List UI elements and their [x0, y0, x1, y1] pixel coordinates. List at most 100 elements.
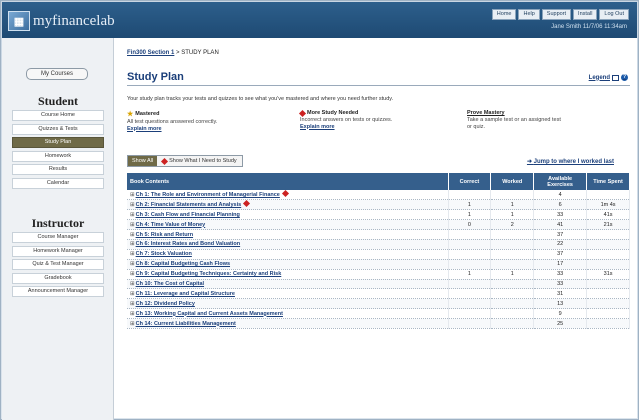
table-row[interactable]: ⊞Ch 9: Capital Budgeting Techniques: Cer… [127, 269, 630, 280]
legend-link[interactable]: Legend ? [589, 74, 628, 81]
table-row[interactable]: ⊞Ch 6: Interest Rates and Bond Valuation… [127, 239, 630, 250]
chapter-cell[interactable]: ⊞Ch 10: The Cost of Capital [127, 279, 449, 290]
chapter-cell[interactable]: ⊞Ch 6: Interest Rates and Bond Valuation [127, 239, 449, 250]
cell-worked [490, 318, 535, 329]
chapter-cell[interactable]: ⊞Ch 11: Leverage and Capital Structure [127, 288, 449, 300]
table-row[interactable]: ⊞Ch 5: Risk and Return 37 [127, 229, 630, 240]
expand-icon[interactable]: ⊞ [130, 251, 135, 257]
expand-icon[interactable]: ⊞ [130, 202, 135, 208]
expand-icon[interactable]: ⊞ [130, 301, 135, 307]
cell-time: 1m 4s [586, 199, 630, 211]
chapter-cell[interactable]: ⊞Ch 4: Time Value of Money [127, 219, 449, 231]
sidebar-item-announcement-manager[interactable]: Announcement Manager [12, 286, 104, 297]
sidebar-item-homework[interactable]: Homework [12, 150, 104, 162]
show-need-button[interactable]: Show What I Need to Study [157, 156, 242, 166]
sidebar-item-gradebook[interactable]: Gradebook [12, 272, 104, 284]
table-row[interactable]: ⊞Ch 8: Capital Budgeting Cash Flows 17 [127, 259, 630, 270]
chapter-link[interactable]: Ch 6: Interest Rates and Bond Valuation [136, 241, 241, 247]
sidebar-item-homework-manager[interactable]: Homework Manager [12, 245, 104, 257]
chapter-link[interactable]: Ch 4: Time Value of Money [136, 222, 206, 228]
cell-available: 31 [533, 288, 588, 300]
cell-time [586, 239, 630, 250]
chapter-cell[interactable]: ⊞Ch 5: Risk and Return [127, 229, 449, 240]
chapter-link[interactable]: Ch 2: Financial Statements and Analysis [136, 202, 242, 208]
chapter-link[interactable]: Ch 12: Dividend Policy [136, 301, 195, 307]
cell-worked [490, 249, 535, 260]
chapter-cell[interactable]: ⊞Ch 12: Dividend Policy [127, 298, 449, 310]
col-time: Time Spent [586, 173, 630, 190]
chapter-link[interactable]: Ch 7: Stock Valuation [136, 251, 192, 257]
nav-logout-button[interactable]: Log Out [599, 9, 629, 20]
cell-available: 37 [533, 229, 588, 240]
top-nav: Home Help Support Install Log Out [491, 9, 629, 20]
chapter-link[interactable]: Ch 1: The Role and Environment of Manage… [136, 192, 280, 198]
jump-link[interactable]: ➜ Jump to where I worked last [527, 158, 614, 165]
expand-icon[interactable]: ⊞ [130, 281, 135, 287]
table-row[interactable]: ⊞Ch 11: Leverage and Capital Structure 31 [127, 288, 630, 300]
chapter-cell[interactable]: ⊞Ch 1: The Role and Environment of Manag… [127, 190, 449, 201]
cell-correct: 0 [448, 219, 492, 231]
chapter-cell[interactable]: ⊞Ch 14: Current Liabilities Management [127, 318, 449, 329]
expand-icon[interactable]: ⊞ [130, 321, 135, 327]
chapter-link[interactable]: Ch 13: Working Capital and Current Asset… [136, 311, 283, 317]
table-row[interactable]: ⊞Ch 1: The Role and Environment of Manag… [127, 190, 630, 201]
expand-icon[interactable]: ⊞ [130, 271, 135, 277]
chapter-link[interactable]: Ch 8: Capital Budgeting Cash Flows [136, 261, 230, 267]
expand-icon[interactable]: ⊞ [130, 291, 135, 297]
status-prove: Prove Mastery Take a sample test or an a… [467, 110, 563, 130]
chapter-link[interactable]: Ch 9: Capital Budgeting Techniques: Cert… [136, 271, 282, 277]
expand-icon[interactable]: ⊞ [130, 232, 135, 238]
chapter-cell[interactable]: ⊞Ch 8: Capital Budgeting Cash Flows [127, 259, 449, 270]
table-row[interactable]: ⊞Ch 12: Dividend Policy 13 [127, 298, 630, 310]
my-courses-button[interactable]: My Courses [26, 68, 88, 80]
sidebar-item-study-plan[interactable]: Study Plan [12, 137, 104, 148]
sidebar-item-quiz-test-manager[interactable]: Quiz & Test Manager [12, 259, 104, 270]
expand-icon[interactable]: ⊞ [130, 311, 135, 317]
prove-title[interactable]: Prove Mastery [467, 110, 505, 116]
table-row[interactable]: ⊞Ch 13: Working Capital and Current Asse… [127, 308, 630, 320]
table-row[interactable]: ⊞Ch 3: Cash Flow and Financial Planning 1… [127, 209, 630, 221]
nav-support-button[interactable]: Support [541, 9, 572, 20]
student-heading: Student [37, 94, 78, 108]
cell-correct: 1 [448, 209, 492, 221]
cell-available: 25 [533, 318, 588, 329]
table-row[interactable]: ⊞Ch 7: Stock Valuation 37 [127, 249, 630, 260]
nav-install-button[interactable]: Install [573, 9, 598, 20]
app-header: ▦ myfinancelab Home Help Support Install… [2, 2, 637, 38]
table-row[interactable]: ⊞Ch 4: Time Value of Money 0 2 41 21s [127, 219, 630, 231]
expand-icon[interactable]: ⊞ [130, 241, 135, 247]
more-study-explain-link[interactable]: Explain more [300, 124, 335, 130]
chapter-link[interactable]: Ch 11: Leverage and Capital Structure [136, 291, 235, 297]
nav-home-button[interactable]: Home [491, 9, 517, 20]
expand-icon[interactable]: ⊞ [130, 192, 135, 198]
chapter-link[interactable]: Ch 5: Risk and Return [136, 232, 193, 238]
table-row[interactable]: ⊞Ch 14: Current Liabilities Management 25 [127, 318, 630, 329]
sidebar-item-course-home[interactable]: Course Home [12, 110, 104, 121]
breadcrumb-course-link[interactable]: Fin300 Section 1 [127, 50, 174, 56]
help-icon[interactable]: ? [621, 74, 628, 81]
chapter-link[interactable]: Ch 3: Cash Flow and Financial Planning [136, 212, 240, 218]
chapter-cell[interactable]: ⊞Ch 2: Financial Statements and Analysis [127, 199, 449, 211]
sidebar-item-course-manager[interactable]: Course Manager [12, 232, 104, 243]
chapter-link[interactable]: Ch 14: Current Liabilities Management [136, 321, 236, 327]
chapter-cell[interactable]: ⊞Ch 7: Stock Valuation [127, 249, 449, 260]
show-all-button[interactable]: Show All [128, 156, 158, 166]
cell-time [586, 308, 630, 320]
table-row[interactable]: ⊞Ch 10: The Cost of Capital 33 [127, 279, 630, 290]
chapter-cell[interactable]: ⊞Ch 9: Capital Budgeting Techniques: Cer… [127, 269, 449, 280]
sidebar-item-quizzes-tests[interactable]: Quizzes & Tests [12, 123, 104, 135]
expand-icon[interactable]: ⊞ [130, 261, 135, 267]
chapter-cell[interactable]: ⊞Ch 3: Cash Flow and Financial Planning [127, 209, 449, 221]
expand-icon[interactable]: ⊞ [130, 222, 135, 228]
chapter-link[interactable]: Ch 10: The Cost of Capital [136, 281, 204, 287]
more-study-icon [298, 109, 307, 117]
sidebar-item-calendar[interactable]: Calendar [12, 177, 104, 189]
nav-help-button[interactable]: Help [518, 9, 540, 20]
table-row[interactable]: ⊞Ch 2: Financial Statements and Analysis… [127, 199, 630, 211]
sidebar-item-results[interactable]: Results [12, 164, 104, 175]
mastered-explain-link[interactable]: Explain more [127, 126, 162, 132]
expand-icon[interactable]: ⊞ [130, 212, 135, 218]
logo[interactable]: ▦ myfinancelab [8, 10, 118, 32]
chapter-cell[interactable]: ⊞Ch 13: Working Capital and Current Asse… [127, 308, 449, 320]
more-study-flag-icon [281, 190, 289, 198]
